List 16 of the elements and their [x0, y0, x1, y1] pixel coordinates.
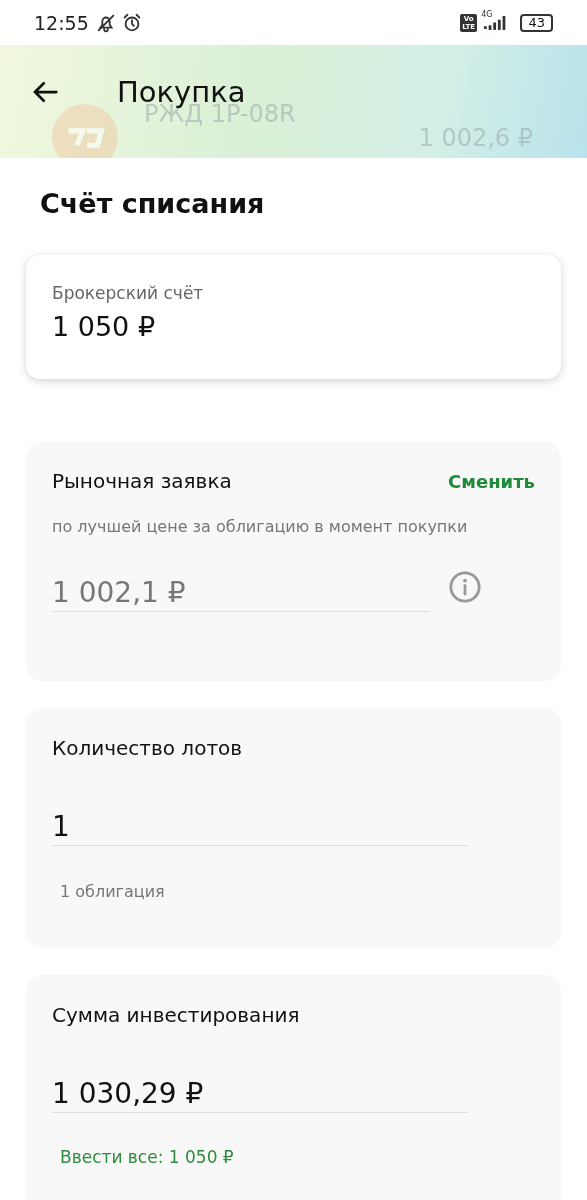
order-note: по лучшей цене за облигацию в момент покупки — [52, 517, 469, 536]
bond-count: 1 облигация — [60, 882, 166, 901]
logo-icon — [52, 104, 118, 158]
lots-field[interactable]: 1 — [52, 810, 468, 846]
enter-all-link[interactable]: Ввести все: 1 050 ₽ — [60, 1147, 535, 1167]
status-time: 12:55 — [34, 11, 89, 34]
info-icon[interactable] — [448, 570, 482, 604]
account-card[interactable]: Брокерский счёт 1 050 ₽ — [26, 255, 561, 379]
battery-level: 43 — [520, 13, 553, 32]
change-link[interactable]: Сменить — [448, 470, 535, 492]
section-heading: Счёт списания — [39, 187, 266, 221]
amount-field[interactable]: 1 030,29 ₽ — [52, 1077, 468, 1113]
card-title: Сумма инвестирования — [52, 1003, 301, 1027]
card-title: Количество лотов — [52, 736, 244, 760]
network-type: 4G — [481, 10, 493, 19]
card-title: Рыночная заявка — [52, 469, 232, 493]
